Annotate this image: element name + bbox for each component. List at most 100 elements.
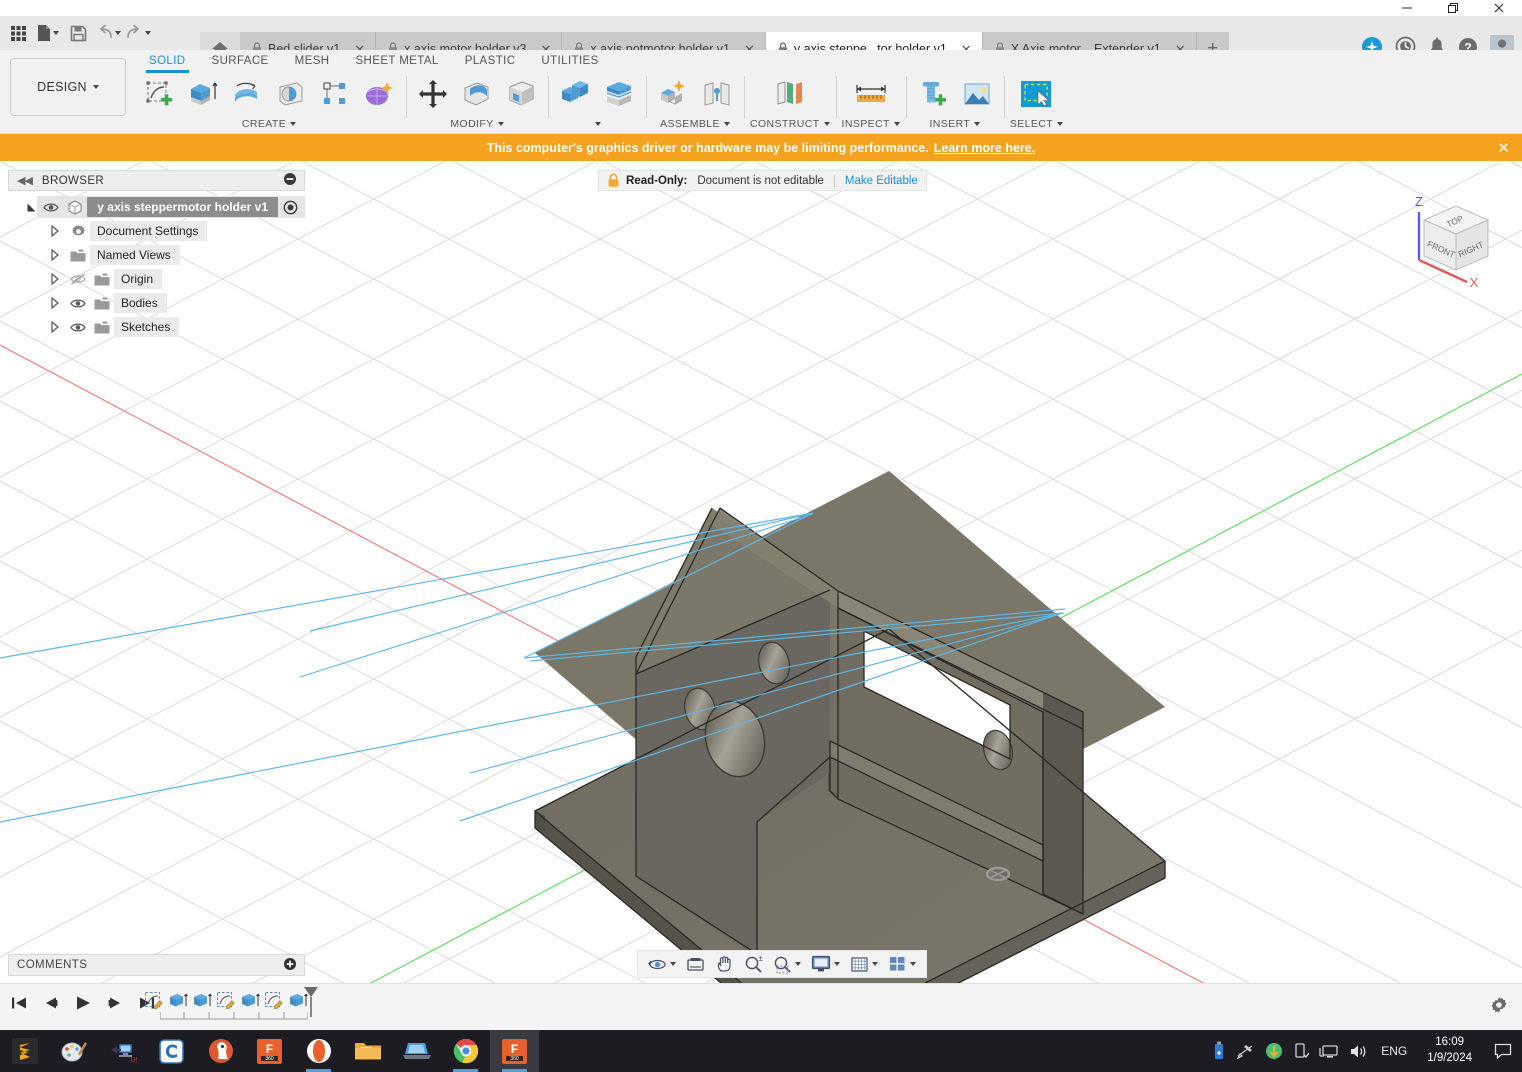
workspace-switcher-button[interactable]: DESIGN: [10, 58, 126, 116]
extrude-feature-icon[interactable]: [166, 988, 190, 1014]
usb-drive-icon[interactable]: [1213, 1041, 1225, 1061]
close-button[interactable]: [1476, 0, 1522, 16]
redo-icon[interactable]: [124, 18, 152, 48]
display-settings-icon[interactable]: [807, 952, 844, 976]
network-display-icon[interactable]: [1319, 1043, 1339, 1060]
combine-icon[interactable]: [554, 73, 596, 115]
duckduckgo-icon[interactable]: [196, 1030, 245, 1072]
update-icon[interactable]: [1265, 1042, 1283, 1060]
view-cube[interactable]: Z X TOP FRONT RIGHT: [1394, 182, 1514, 292]
look-at-icon[interactable]: [682, 952, 709, 976]
tab-mesh[interactable]: MESH: [282, 50, 343, 71]
sketch-feature-icon[interactable]: [214, 988, 238, 1014]
browser-item-named-views[interactable]: Named Views: [8, 243, 305, 267]
minimize-button[interactable]: [1384, 0, 1430, 16]
tab-utilities[interactable]: UTILITIES: [528, 50, 611, 71]
chevron-down-icon[interactable]: [670, 962, 676, 966]
chrome-icon[interactable]: [441, 1030, 490, 1072]
expand-arrow-icon[interactable]: [26, 202, 37, 213]
restore-button[interactable]: [1430, 0, 1476, 16]
network-pin-icon[interactable]: [1235, 1042, 1255, 1060]
browser-item-sketches[interactable]: Sketches: [8, 315, 305, 339]
fit-icon[interactable]: [769, 952, 805, 976]
extrude-icon[interactable]: [182, 73, 224, 115]
minus-circle-icon[interactable]: [284, 173, 296, 188]
timeline-end-marker[interactable]: [303, 986, 319, 1018]
joint-icon[interactable]: [696, 73, 738, 115]
input-language-indicator[interactable]: ENG: [1377, 1044, 1411, 1058]
insert-decal-icon[interactable]: [956, 73, 998, 115]
offset-plane-icon[interactable]: [766, 73, 814, 115]
chevron-down-icon[interactable]: [595, 122, 601, 126]
grid-snaps-icon[interactable]: [846, 952, 882, 976]
opera-icon[interactable]: [294, 1030, 343, 1072]
extrude-feature-icon[interactable]: [190, 988, 214, 1014]
orbit-icon[interactable]: [644, 952, 680, 976]
shell-icon[interactable]: [500, 73, 542, 115]
expand-arrow-icon[interactable]: [44, 321, 66, 333]
eye-visible-icon[interactable]: [39, 202, 63, 213]
sweep-icon[interactable]: [270, 73, 312, 115]
action-center-icon[interactable]: [1488, 1043, 1518, 1060]
select-window-icon[interactable]: [1012, 73, 1060, 115]
expand-arrow-icon[interactable]: [44, 225, 66, 237]
expand-arrow-icon[interactable]: [44, 249, 66, 261]
split-face-icon[interactable]: [598, 73, 640, 115]
new-document-icon[interactable]: [34, 18, 62, 48]
create-sketch-icon[interactable]: [138, 73, 180, 115]
eye-hidden-icon[interactable]: [66, 273, 90, 285]
fusion360-icon[interactable]: F360: [245, 1030, 294, 1072]
eye-visible-icon[interactable]: [66, 322, 90, 333]
pattern-icon[interactable]: [314, 73, 356, 115]
tab-surface[interactable]: SURFACE: [199, 50, 282, 71]
chevron-down-icon[interactable]: [910, 962, 916, 966]
eye-visible-icon[interactable]: [66, 298, 90, 309]
banner-learn-more-link[interactable]: Learn more here.: [934, 141, 1035, 155]
sketch-feature-icon[interactable]: [262, 988, 286, 1014]
remote-desktop-icon[interactable]: [392, 1030, 441, 1072]
panel-construct-label[interactable]: CONSTRUCT: [750, 116, 830, 132]
gear-icon[interactable]: [1490, 996, 1508, 1019]
calibre-icon[interactable]: [147, 1030, 196, 1072]
pan-hand-icon[interactable]: [711, 952, 738, 976]
step-forward-icon[interactable]: [104, 992, 126, 1014]
panel-assemble-label[interactable]: ASSEMBLE: [660, 116, 730, 132]
play-icon[interactable]: [72, 992, 94, 1014]
chevron-down-icon[interactable]: [115, 31, 121, 35]
browser-item-origin[interactable]: Origin: [8, 267, 305, 291]
volume-icon[interactable]: [1349, 1043, 1367, 1060]
extrude-feature-icon[interactable]: [238, 988, 262, 1014]
safely-remove-icon[interactable]: [1293, 1042, 1309, 1060]
file-explorer-icon[interactable]: [343, 1030, 392, 1072]
chevron-down-icon[interactable]: [53, 31, 59, 35]
panel-modify-label[interactable]: MODIFY: [450, 116, 503, 132]
form-icon[interactable]: [358, 73, 400, 115]
paint-icon[interactable]: [49, 1030, 98, 1072]
undo-icon[interactable]: [94, 18, 122, 48]
skip-to-beginning-icon[interactable]: [8, 992, 30, 1014]
press-pull-icon[interactable]: [412, 73, 454, 115]
browser-item-document-settings[interactable]: Document Settings: [8, 219, 305, 243]
insert-mcmaster-icon[interactable]: [912, 73, 954, 115]
save-icon[interactable]: [64, 18, 92, 48]
tab-plastic[interactable]: PLASTIC: [452, 50, 529, 71]
make-editable-link[interactable]: Make Editable: [835, 175, 918, 187]
panel-inspect-label[interactable]: INSPECT: [842, 116, 900, 132]
collapse-left-icon[interactable]: ◀◀: [17, 174, 32, 187]
activate-component-icon[interactable]: [278, 200, 302, 215]
panel-create-label[interactable]: CREATE: [242, 116, 296, 132]
usb-device-icon[interactable]: USB: [98, 1030, 147, 1072]
expand-arrow-icon[interactable]: [44, 273, 66, 285]
tab-sheet-metal[interactable]: SHEET METAL: [342, 50, 451, 71]
comments-panel[interactable]: COMMENTS: [8, 954, 305, 976]
chevron-down-icon[interactable]: [145, 31, 151, 35]
add-comment-icon[interactable]: [284, 958, 296, 973]
banner-close-icon[interactable]: ✕: [1497, 139, 1510, 157]
fusion360-active-icon[interactable]: F360: [490, 1030, 539, 1072]
revolve-icon[interactable]: [226, 73, 268, 115]
chevron-down-icon[interactable]: [795, 962, 801, 966]
step-back-icon[interactable]: [40, 992, 62, 1014]
chevron-down-icon[interactable]: [834, 962, 840, 966]
measure-icon[interactable]: [847, 73, 895, 115]
zoom-icon[interactable]: ±: [740, 952, 767, 976]
